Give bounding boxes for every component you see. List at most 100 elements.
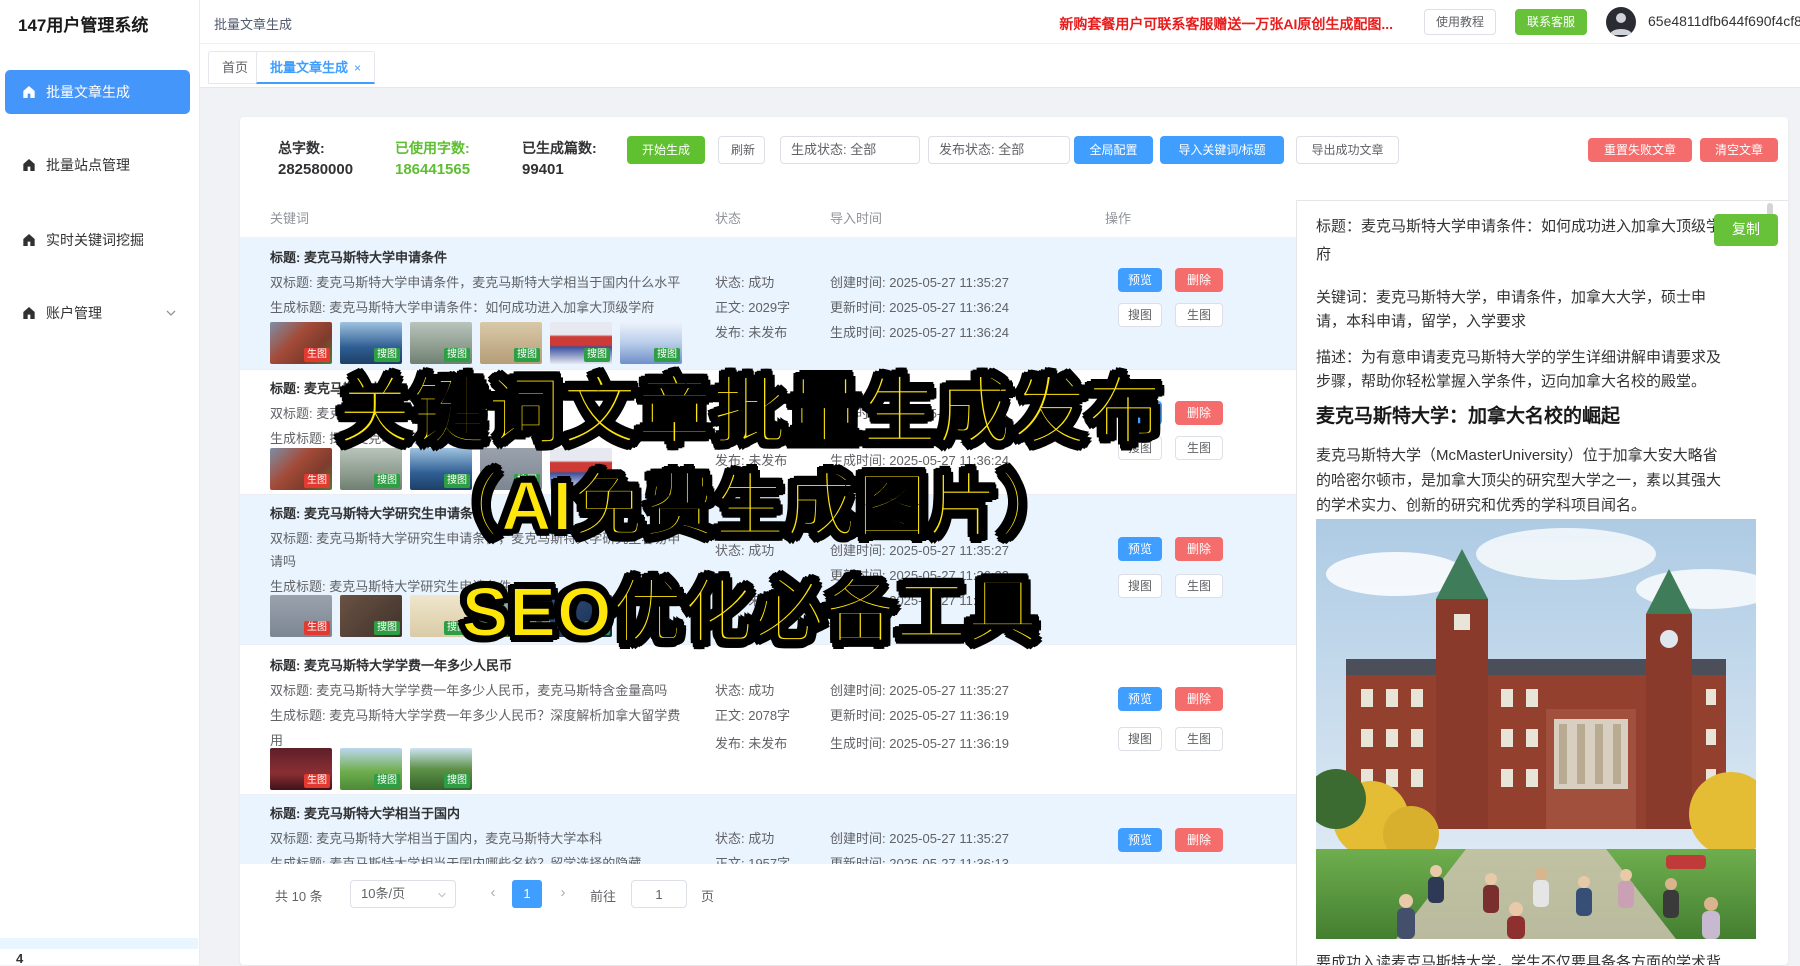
- table-row[interactable]: 标题: 麦克马斯特大学研究生申请条件 双标题: 麦克马斯特大学研究生申请条件，麦…: [240, 495, 1296, 645]
- article-thumbnail[interactable]: 搜图: [340, 748, 402, 790]
- promo-banner[interactable]: 新购套餐用户可联系客服赠送一万张AI原创生成配图...: [1059, 14, 1393, 34]
- delete-button[interactable]: 删除: [1175, 687, 1223, 711]
- sidebar-item-account[interactable]: 账户管理: [5, 291, 190, 335]
- home-icon: [21, 232, 37, 248]
- export-success-button[interactable]: 导出成功文章: [1296, 136, 1399, 164]
- sidebar-item-keyword-mining[interactable]: 实时关键词挖掘: [5, 218, 190, 262]
- row-words: 正文: 1957字: [715, 853, 790, 864]
- tutorial-button[interactable]: 使用教程: [1424, 9, 1496, 35]
- stat-used-value: 186441565: [395, 161, 470, 178]
- preview-button[interactable]: 预览: [1118, 537, 1162, 561]
- thumb-badge: 搜图: [514, 348, 540, 362]
- row-words: 正文: 2029字: [715, 297, 790, 316]
- prev-page-button[interactable]: ‹: [479, 880, 507, 908]
- thumb-badge: 搜图: [374, 348, 400, 362]
- preview-bottom-text: 要成功入读麦克马斯特大学，学生不仅要具备各方面的学术背: [1316, 951, 1721, 965]
- search-image-button[interactable]: 搜图: [1118, 574, 1162, 598]
- article-thumbnail[interactable]: 生图: [270, 322, 332, 364]
- table-row[interactable]: 标题: 麦克马斯特大学相当于国内 双标题: 麦克马斯特大学相当于国内，麦克马斯特…: [240, 795, 1296, 864]
- article-thumbnail[interactable]: 搜图: [480, 595, 542, 637]
- article-thumbnail[interactable]: 搜图: [480, 448, 542, 490]
- global-config-button[interactable]: 全局配置: [1074, 136, 1153, 164]
- close-icon[interactable]: ×: [354, 61, 361, 75]
- preview-button[interactable]: 预览: [1118, 401, 1162, 425]
- search-image-button[interactable]: 搜图: [1118, 436, 1162, 460]
- avatar[interactable]: [1606, 7, 1636, 37]
- sidebar-item-batch-article[interactable]: 批量文章生成: [5, 70, 190, 114]
- article-thumbnail[interactable]: 搜图: [410, 448, 472, 490]
- article-thumbnail[interactable]: 搜图: [340, 322, 402, 364]
- article-thumbnail[interactable]: 搜图: [410, 748, 472, 790]
- reset-failed-button[interactable]: 重置失败文章: [1588, 138, 1692, 162]
- row-created: 创建时间: 2025-05-27 11:35:27: [830, 272, 1009, 291]
- row-status: 状态: 成功: [715, 272, 774, 291]
- sidebar-item-batch-site[interactable]: 批量站点管理: [5, 143, 190, 187]
- sidebar-item-label: 批量站点管理: [46, 155, 130, 175]
- preview-button[interactable]: 预览: [1118, 828, 1162, 852]
- generate-status-select[interactable]: 生成状态: 全部: [780, 136, 920, 164]
- home-icon: [21, 84, 37, 100]
- article-thumbnail[interactable]: 搜图: [550, 448, 612, 490]
- tab-batch-article[interactable]: 批量文章生成×: [256, 51, 375, 84]
- delete-button[interactable]: 删除: [1175, 401, 1223, 425]
- row-gen-title-2: 用: [270, 730, 283, 749]
- article-thumbnail[interactable]: 搜图: [340, 595, 402, 637]
- article-thumbnail[interactable]: 搜图: [410, 322, 472, 364]
- user-icon: [1606, 7, 1636, 37]
- article-thumbnail[interactable]: 搜图: [550, 322, 612, 364]
- article-thumbnail[interactable]: 搜图: [410, 595, 472, 637]
- contact-support-button[interactable]: 联系客服: [1515, 9, 1587, 35]
- row-dual-title-2: 请吗: [270, 551, 296, 570]
- table-row[interactable]: 标题: 麦克马斯特大学 双标题: 麦克马斯特大 生成标题: 探索麦克马斯特大学 …: [240, 370, 1296, 495]
- delete-button[interactable]: 删除: [1175, 268, 1223, 292]
- article-thumbnail[interactable]: 生图: [270, 448, 332, 490]
- page-size-select[interactable]: 10条/页: [350, 880, 456, 908]
- row-gen-title: 生成标题: 探索麦克马斯特大学: [270, 428, 446, 447]
- next-page-button[interactable]: ›: [549, 880, 577, 908]
- delete-button[interactable]: 删除: [1175, 537, 1223, 561]
- article-thumbnail[interactable]: 搜图: [340, 448, 402, 490]
- row-dual-title: 双标题: 麦克马斯特大学学费一年多少人民币，麦克马斯特含金量高吗: [270, 680, 667, 699]
- stat-generated-label: 已生成篇数:: [522, 138, 597, 158]
- import-keywords-button[interactable]: 导入关键词/标题: [1160, 136, 1284, 164]
- start-generate-button[interactable]: 开始生成: [627, 136, 705, 164]
- search-image-button[interactable]: 搜图: [1118, 727, 1162, 751]
- sidebar-item-label: 实时关键词挖掘: [46, 230, 144, 250]
- search-image-button[interactable]: 搜图: [1118, 303, 1162, 327]
- stat-used-label: 已使用字数:: [395, 138, 470, 158]
- article-thumbnail[interactable]: 搜图: [550, 595, 612, 637]
- preview-button[interactable]: 预览: [1118, 687, 1162, 711]
- thumb-badge: 搜图: [514, 474, 540, 488]
- generate-image-button[interactable]: 生图: [1175, 303, 1223, 327]
- generate-image-button[interactable]: 生图: [1175, 727, 1223, 751]
- article-thumbnail[interactable]: 生图: [270, 595, 332, 637]
- thumb-badge: 搜图: [584, 348, 610, 362]
- generate-image-button[interactable]: 生图: [1175, 574, 1223, 598]
- thumb-badge: 生图: [304, 474, 330, 488]
- page-number-button[interactable]: 1: [512, 880, 542, 908]
- row-gen-title: 生成标题: 麦克马斯特大学申请条件：如何成功进入加拿大顶级学府: [270, 297, 654, 316]
- refresh-button[interactable]: 刷新: [718, 136, 765, 164]
- chevron-down-icon: [437, 890, 447, 900]
- generate-image-button[interactable]: 生图: [1175, 436, 1223, 460]
- goto-page-input[interactable]: [631, 880, 687, 908]
- article-thumbnail[interactable]: 搜图: [480, 322, 542, 364]
- clear-articles-button[interactable]: 清空文章: [1700, 138, 1778, 162]
- table-row[interactable]: 标题: 麦克马斯特大学学费一年多少人民币 双标题: 麦克马斯特大学学费一年多少人…: [240, 645, 1296, 795]
- tab-home[interactable]: 首页: [208, 51, 262, 84]
- row-status: 状态: 成功: [715, 828, 774, 847]
- delete-button[interactable]: 删除: [1175, 828, 1223, 852]
- row-updated: 更新时间: 2025-05-27 11:36:23: [830, 565, 1009, 584]
- thumbnail-strip: 生图 搜图 搜图 搜图 搜图: [270, 595, 612, 637]
- row-publish: 发布: 未发布: [715, 322, 787, 341]
- article-thumbnail[interactable]: 搜图: [620, 322, 682, 364]
- preview-button[interactable]: 预览: [1118, 268, 1162, 292]
- article-thumbnail[interactable]: 生图: [270, 748, 332, 790]
- publish-status-select[interactable]: 发布状态: 全部: [928, 136, 1070, 164]
- copy-button[interactable]: 复制: [1714, 214, 1778, 246]
- sidebar: 147用户管理系统 批量文章生成 批量站点管理 实时关键词挖掘 账户管理 4: [0, 0, 200, 965]
- table-row[interactable]: 标题: 麦克马斯特大学申请条件 双标题: 麦克马斯特大学申请条件，麦克马斯特大学…: [240, 237, 1296, 370]
- article-preview-panel: 复制 标题：麦克马斯特大学申请条件：如何成功进入加拿大顶级学 府 关键词：麦克马…: [1296, 200, 1788, 965]
- thumb-badge: 搜图: [374, 621, 400, 635]
- chevron-down-icon: [165, 307, 177, 319]
